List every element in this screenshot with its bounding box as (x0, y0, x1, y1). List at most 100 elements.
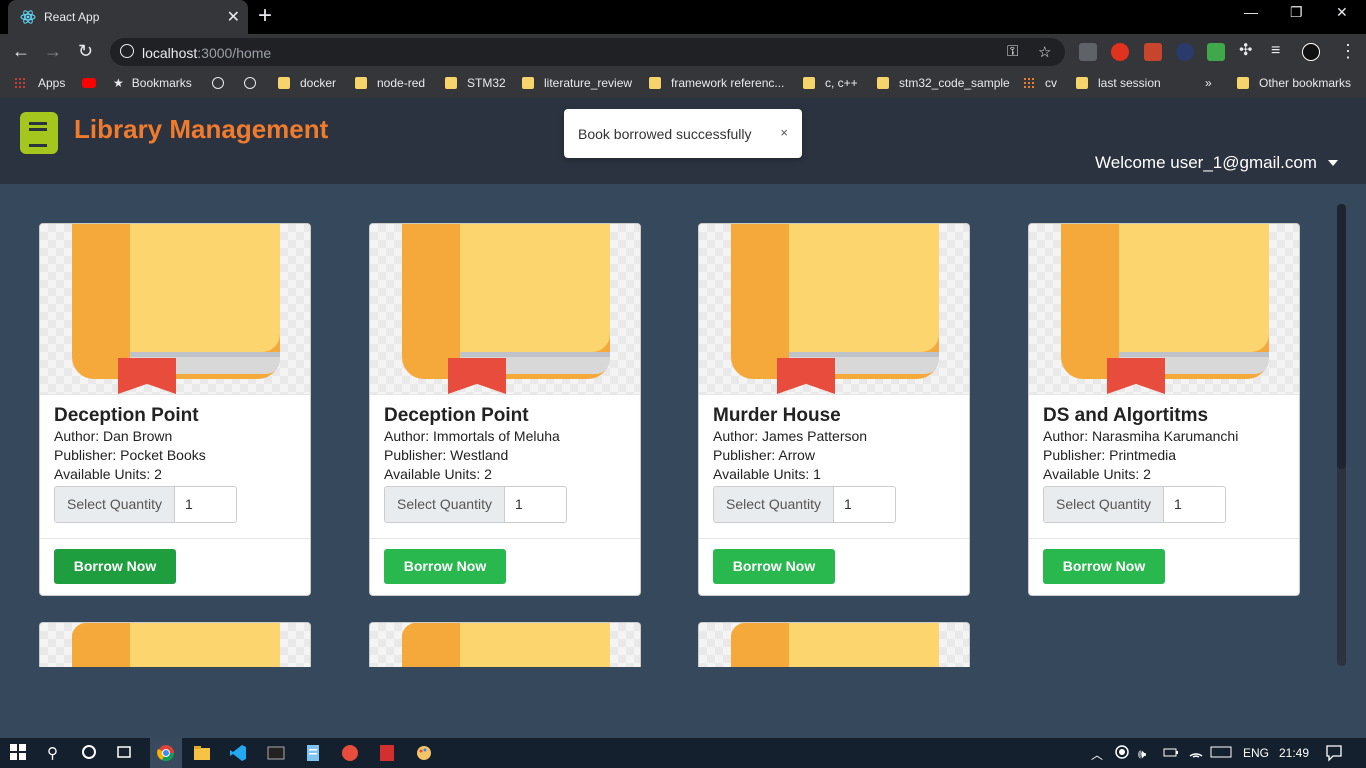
bookmark-globe-1[interactable] (212, 76, 234, 90)
key-icon[interactable]: ⚿ (1007, 43, 1018, 60)
search-icon[interactable]: ⚲ (47, 744, 65, 762)
bookmark-apps[interactable]: Apps (14, 76, 65, 90)
book-title: Murder House (713, 405, 841, 426)
browser-toolbar: ← → ↻ localhost:3000/home ⚿ ☆ ✣ ≡ ⋮ (0, 34, 1366, 70)
book-image (699, 224, 969, 395)
bookmark-bookmarks[interactable]: ★ Bookmarks (113, 76, 192, 90)
bookmark-label: cv (1045, 76, 1057, 90)
book-available-units: Available Units: 2 (54, 466, 162, 482)
chevron-down-icon[interactable] (1328, 160, 1338, 166)
windows-taskbar: ⚲ ︿ 🕪 ENG 21:49 (0, 738, 1366, 768)
profile-avatar[interactable] (1302, 43, 1320, 61)
reading-list-icon[interactable]: ≡ (1271, 42, 1280, 60)
borrow-now-button[interactable]: Borrow Now (1043, 549, 1165, 584)
folder-icon (877, 77, 889, 89)
bookmark-node-red[interactable]: node-red (355, 76, 425, 90)
user-menu-toggle[interactable]: Welcome user_1@gmail.com (1095, 153, 1317, 173)
bookmark-youtube[interactable] (82, 76, 96, 90)
quantity-input[interactable]: 1 (844, 487, 894, 522)
tray-chevron-icon[interactable]: ︿ (1091, 746, 1103, 763)
book-icon (402, 224, 610, 395)
folder-icon (278, 77, 290, 89)
book-author: Author: Immortals of Meluha (384, 428, 560, 444)
chrome-icon[interactable] (157, 744, 175, 762)
bookmark-c-cpp[interactable]: c, c++ (803, 76, 858, 90)
cv-icon (1023, 77, 1035, 89)
pdf-reader-icon[interactable] (378, 744, 396, 762)
puzzle-icon[interactable]: ✣ (1239, 42, 1252, 60)
bookmark-cv[interactable]: cv (1023, 76, 1057, 90)
card-footer: Borrow Now (370, 538, 640, 595)
minimize-icon[interactable]: — (1244, 4, 1258, 20)
tray-icon-record[interactable] (1114, 744, 1132, 762)
bookmark-docker[interactable]: docker (278, 76, 336, 90)
windows-start-icon[interactable] (10, 744, 28, 762)
clock[interactable]: 21:49 (1279, 746, 1309, 760)
extension-icon-1[interactable] (1079, 43, 1097, 61)
book-icon (731, 224, 939, 395)
app-icon-red[interactable] (341, 744, 359, 762)
book-image (699, 623, 969, 667)
new-tab-button[interactable]: + (258, 4, 272, 28)
browser-tab[interactable]: React App ✕ (8, 0, 248, 34)
language-indicator[interactable]: ENG (1243, 746, 1269, 760)
forward-icon[interactable]: → (44, 42, 62, 60)
cors-extension-icon[interactable] (1207, 43, 1225, 61)
quantity-input[interactable]: 1 (185, 487, 235, 522)
address-bar[interactable]: localhost:3000/home ⚿ ☆ (110, 38, 1065, 66)
book-card-partial (369, 622, 641, 667)
volume-icon[interactable]: 🕪 (1138, 746, 1146, 762)
site-info-icon[interactable] (120, 44, 134, 58)
bookmark-framework-reference[interactable]: framework referenc... (649, 76, 784, 90)
reload-icon[interactable]: ↻ (78, 42, 93, 60)
extension-icon-3[interactable] (1144, 43, 1162, 61)
wifi-icon[interactable] (1188, 744, 1206, 762)
back-icon[interactable]: ← (12, 42, 30, 60)
bookmark-literature-review[interactable]: literature_review (522, 76, 632, 90)
restore-icon[interactable]: ❐ (1290, 4, 1303, 21)
borrow-now-button[interactable]: Borrow Now (713, 549, 835, 584)
terminal-icon[interactable] (267, 744, 285, 762)
apps-grid-icon (14, 77, 26, 89)
borrow-now-button[interactable]: Borrow Now (384, 549, 506, 584)
battery-icon[interactable] (1163, 744, 1181, 762)
bookmark-label: Bookmarks (131, 76, 192, 90)
bookmarks-bar: Apps ★ Bookmarks docker node-red STM32 li… (0, 70, 1366, 98)
extension-icon-4[interactable] (1176, 43, 1194, 61)
bookmark-label: framework referenc... (671, 76, 785, 90)
bookmark-stm32[interactable]: STM32 (445, 76, 506, 90)
star-icon[interactable]: ☆ (1038, 43, 1051, 61)
quantity-input[interactable]: 1 (1174, 487, 1224, 522)
quantity-label: Select Quantity (385, 487, 505, 522)
success-toast: Book borrowed successfully × (564, 109, 802, 158)
close-tab-icon[interactable]: ✕ (227, 7, 240, 27)
vscode-icon[interactable] (229, 744, 247, 762)
url-path: :3000/home (197, 45, 272, 61)
book-publisher: Publisher: Westland (384, 447, 509, 463)
keyboard-icon[interactable] (1210, 744, 1232, 762)
extension-icon-2[interactable] (1111, 43, 1129, 61)
bookmark-last-session[interactable]: last session (1076, 76, 1161, 90)
folder-icon (1237, 77, 1249, 89)
scrollbar-thumb[interactable] (1337, 204, 1346, 469)
book-publisher: Publisher: Printmedia (1043, 447, 1177, 463)
book-title: DS and Algortitms (1043, 405, 1209, 426)
paint-icon[interactable] (415, 744, 433, 762)
quantity-input[interactable]: 1 (515, 487, 565, 522)
quantity-label: Select Quantity (1044, 487, 1164, 522)
close-window-icon[interactable]: ✕ (1336, 4, 1348, 21)
cortana-icon[interactable] (81, 744, 99, 762)
bookmark-globe-2[interactable] (244, 76, 266, 90)
file-explorer-icon[interactable] (193, 744, 211, 762)
borrow-now-button[interactable]: Borrow Now (54, 549, 176, 584)
notifications-icon[interactable] (1325, 744, 1343, 762)
bookmark-other-bookmarks[interactable]: Other bookmarks (1237, 76, 1351, 90)
book-icon (731, 623, 939, 667)
menu-icon[interactable]: ⋮ (1339, 42, 1357, 60)
react-icon (20, 10, 36, 24)
task-view-icon[interactable] (116, 744, 134, 762)
bookmarks-overflow-button[interactable]: » (1205, 76, 1212, 90)
toast-close-icon[interactable]: × (780, 125, 788, 140)
bookmark-stm32-code-sample[interactable]: stm32_code_sample (877, 76, 1010, 90)
notepad-icon[interactable] (304, 744, 322, 762)
